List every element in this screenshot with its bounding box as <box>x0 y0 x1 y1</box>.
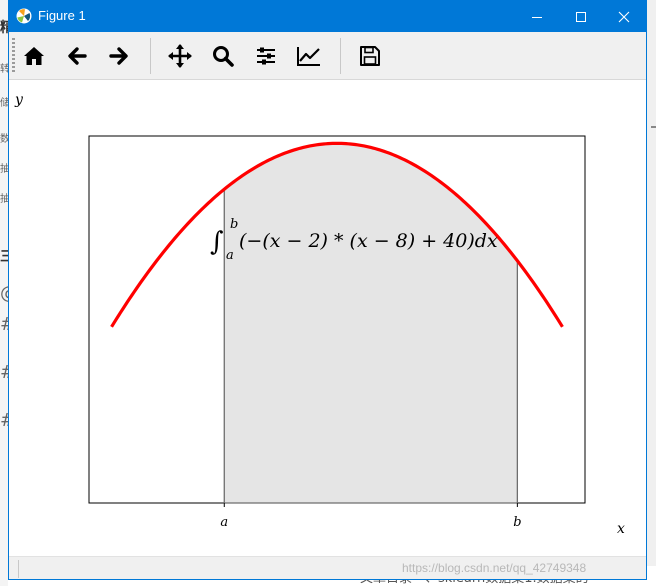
status-bar: https://blog.csdn.net/qq_42749348 <box>9 556 646 579</box>
x-axis-label: x <box>617 521 625 537</box>
integral-expression: (−(x − 2) * (x − 8) + 40)dx <box>239 230 498 252</box>
title-bar[interactable]: Figure 1 <box>9 1 646 32</box>
pan-move-icon <box>168 44 192 68</box>
integral-sign: ∫ <box>210 227 224 257</box>
edit-axis-button[interactable] <box>293 40 325 72</box>
integral-upper-limit: b <box>230 217 238 232</box>
x-tick-label-b: b <box>513 515 521 530</box>
zoom-magnifier-icon <box>213 46 234 67</box>
maximize-icon <box>576 11 586 22</box>
maximize-button[interactable] <box>558 1 604 32</box>
minimize-button[interactable] <box>514 1 560 32</box>
background-page-left-strip: 精 转 储 数 抽 抽 三 @ # # # <box>0 0 18 586</box>
zoom-button[interactable] <box>207 40 239 72</box>
background-page-right-strip <box>647 0 656 586</box>
back-arrow-icon <box>68 47 87 65</box>
window-title: Figure 1 <box>38 8 86 23</box>
figure-window: Figure 1 y x a b ∫ b a (−(x − 2) * (x − … <box>8 0 647 580</box>
plot-area[interactable]: y x a b ∫ b a (−(x − 2) * (x − 8) + 40)d… <box>9 80 646 556</box>
integral-lower-limit: a <box>226 248 234 263</box>
toolbar-separator <box>150 38 151 74</box>
close-button[interactable] <box>601 1 646 32</box>
close-icon <box>618 11 630 22</box>
pan-button[interactable] <box>164 40 196 72</box>
configure-subplots-button[interactable] <box>250 40 282 72</box>
y-axis-label: y <box>14 92 24 108</box>
back-button[interactable] <box>61 40 93 72</box>
navigation-toolbar <box>9 32 646 80</box>
toolbar-grip[interactable] <box>12 38 15 74</box>
matplotlib-app-icon <box>16 8 32 24</box>
x-tick-label-a: a <box>220 515 228 530</box>
edit-axis-curve-icon <box>297 47 320 66</box>
status-divider <box>18 560 19 578</box>
integral-shaded-region <box>223 142 519 504</box>
minimize-icon <box>532 16 542 18</box>
figure-canvas[interactable]: y x a b ∫ b a (−(x − 2) * (x − 8) + 40)d… <box>9 80 646 556</box>
forward-button[interactable] <box>103 40 135 72</box>
forward-arrow-icon <box>109 47 128 65</box>
home-button[interactable] <box>18 40 50 72</box>
watermark-text: https://blog.csdn.net/qq_42749348 <box>402 561 587 575</box>
toolbar-separator <box>340 38 341 74</box>
save-button[interactable] <box>354 40 386 72</box>
configure-subplots-icon <box>257 47 275 65</box>
home-icon <box>24 47 44 65</box>
save-floppy-icon <box>360 46 380 66</box>
